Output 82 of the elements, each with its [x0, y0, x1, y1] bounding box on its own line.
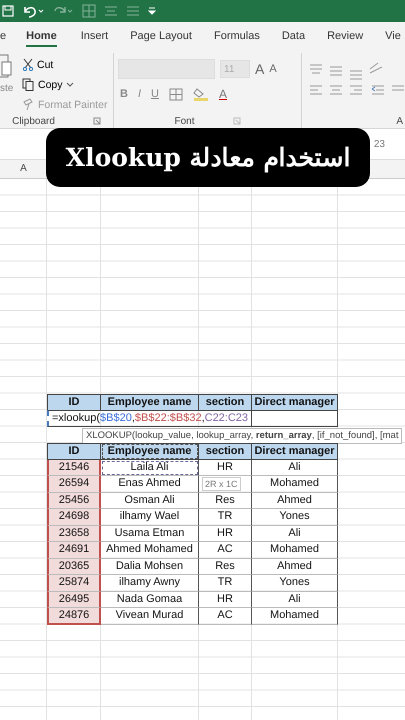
table-cell[interactable]: Nada Gomaa: [101, 592, 199, 608]
column-header: Direct manager: [252, 394, 338, 410]
font-color-button[interactable]: A: [218, 87, 227, 101]
customize-icon[interactable]: [148, 6, 156, 16]
align-icon[interactable]: [104, 5, 118, 17]
table-cell: Mohamed: [252, 476, 338, 492]
table-icon[interactable]: [82, 4, 96, 18]
table-cell: Res: [199, 492, 252, 509]
undo-icon[interactable]: [22, 4, 44, 18]
table-cell[interactable]: Enas Ahmed: [101, 476, 199, 492]
table-cell: Mohamed: [252, 542, 338, 558]
table-cell[interactable]: Usama Etman: [101, 526, 199, 542]
borders-icon[interactable]: [168, 88, 183, 100]
group-label: A: [396, 116, 403, 126]
group-label: Clipboard: [12, 116, 55, 126]
table-cell[interactable]: Laila Ali: [101, 460, 199, 476]
table-cell: Ali: [252, 592, 338, 608]
column-header: Employee name: [101, 394, 199, 410]
table-cell: Res: [199, 558, 252, 575]
column-header: ID: [47, 443, 101, 460]
ribbon-tab[interactable]: Vie: [385, 26, 401, 46]
ribbon-tab[interactable]: Review: [327, 26, 364, 46]
table-cell: TR: [199, 575, 252, 592]
ribbon-tab[interactable]: e: [0, 26, 6, 46]
table-cell: 21546: [47, 460, 101, 476]
launcher-icon[interactable]: [92, 117, 101, 125]
ribbon-tab[interactable]: Formulas: [214, 26, 260, 46]
table-cell: 23658: [47, 526, 101, 542]
table-cell: AC: [199, 608, 252, 625]
table-cell[interactable]: ilhamy Awny: [101, 575, 199, 592]
copy-icon: [22, 78, 35, 91]
table-cell: Ali: [252, 460, 338, 476]
table-cell: 25456: [47, 492, 101, 509]
table-cell: 24698: [47, 509, 101, 526]
table-cell: 24691: [47, 542, 101, 558]
table-cell[interactable]: Dalia Mohsen: [101, 558, 199, 575]
table-cell: Ahmed: [252, 492, 338, 509]
paintbrush-icon: [22, 98, 35, 111]
scissors-icon: [22, 58, 34, 71]
table-cell: Mohamed: [252, 608, 338, 625]
table-cell: HR: [199, 526, 252, 542]
size-tooltip: 2R x 1C: [202, 477, 241, 491]
caret-icon[interactable]: [66, 82, 74, 88]
table-cell: Ahmed: [252, 558, 338, 575]
shrink-font-button[interactable]: A: [269, 63, 277, 75]
table-cell: Yones: [252, 575, 338, 592]
table-cell: HR: [199, 460, 252, 476]
column-header: ID: [47, 394, 101, 410]
formula-bar-text[interactable]: 23: [374, 138, 385, 150]
column-header: section: [199, 443, 252, 460]
align-icon[interactable]: [126, 5, 140, 17]
launcher-icon[interactable]: [232, 117, 240, 125]
table-cell: Ali: [252, 526, 338, 542]
column-header: Direct manager: [252, 443, 338, 460]
group-label: Font: [174, 116, 194, 126]
table-cell: 24876: [47, 608, 101, 625]
title-banner: استخدام معادلة Xlookup: [46, 128, 370, 187]
fill-bucket-icon[interactable]: [192, 87, 209, 101]
table-cell: HR: [199, 592, 252, 608]
table-cell: Yones: [252, 509, 338, 526]
table-cell: TR: [199, 509, 252, 526]
grow-font-button[interactable]: A: [255, 61, 264, 77]
cut-button[interactable]: Cut: [37, 58, 54, 70]
table-cell: 20365: [47, 558, 101, 575]
function-tooltip: XLOOKUP(lookup_value, lookup_array, return_array, [if_not_found], [mat: [82, 428, 402, 444]
table-cell: AC: [199, 542, 252, 558]
column-header[interactable]: A: [0, 160, 47, 178]
copy-button[interactable]: Copy: [38, 78, 63, 90]
ribbon-tab[interactable]: Page Layout: [130, 26, 192, 46]
ribbon-tab[interactable]: Data: [282, 26, 306, 46]
column-header: Employee name: [101, 443, 199, 460]
table-cell: 25874: [47, 575, 101, 592]
save-icon[interactable]: [2, 5, 14, 17]
table-cell[interactable]: ilhamy Wael: [101, 509, 199, 526]
ribbon-tab[interactable]: Insert: [80, 26, 108, 46]
column-header: section: [199, 394, 252, 410]
ribbon-tab[interactable]: Home: [26, 26, 57, 46]
table-cell: 26594: [47, 476, 101, 492]
table-cell[interactable]: Ahmed Mohamed: [101, 542, 199, 558]
table-cell: 26495: [47, 592, 101, 608]
table-cell[interactable]: Vivean Murad: [101, 608, 199, 625]
table-cell[interactable]: Osman Ali: [101, 492, 199, 509]
